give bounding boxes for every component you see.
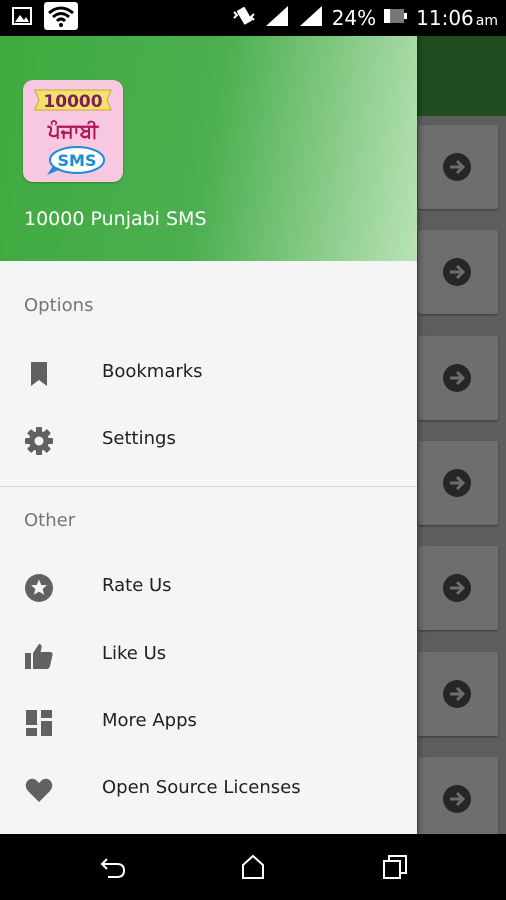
arrow-right-circle-icon: [443, 258, 471, 286]
app-logo: 10000 ਪੰਜਾਬੀ SMS: [23, 80, 123, 182]
clock-time: 11:06: [416, 6, 474, 30]
menu-item-label: Open Source Licenses: [102, 777, 301, 798]
system-nav-bar: [0, 834, 506, 900]
status-bar: 24% 11:06 am: [0, 0, 506, 36]
signal-icon: [264, 4, 290, 32]
menu-item-rate-us[interactable]: Rate Us: [0, 555, 417, 621]
arrow-right-circle-icon: [443, 680, 471, 708]
arrow-right-circle-icon: [443, 574, 471, 602]
battery-percent: 24%: [331, 6, 377, 30]
divider: [0, 486, 417, 487]
menu-item-settings[interactable]: Settings: [0, 408, 417, 474]
menu-item-label: Rate Us: [102, 575, 172, 596]
menu-item-label: Like Us: [102, 643, 167, 664]
arrow-right-circle-icon: [443, 469, 471, 497]
list-card[interactable]: [418, 230, 498, 314]
list-card[interactable]: [418, 125, 498, 209]
menu-item-label: Bookmarks: [102, 361, 203, 382]
signal-icon: [298, 4, 324, 32]
list-card[interactable]: [418, 652, 498, 736]
menu-item-bookmarks[interactable]: Bookmarks: [0, 341, 417, 407]
bookmark-icon: [31, 362, 47, 386]
dashboard-icon: [26, 710, 52, 736]
list-card[interactable]: [418, 757, 498, 834]
menu-item-open-source-licenses[interactable]: Open Source Licenses: [0, 757, 417, 823]
thumbs-up-icon: [25, 644, 53, 669]
list-card[interactable]: [418, 546, 498, 630]
arrow-right-circle-icon: [443, 785, 471, 813]
menu-item-label: More Apps: [102, 710, 197, 731]
logo-punjabi-text: ਪੰਜਾਬੀ: [47, 119, 99, 143]
battery-icon: [384, 8, 408, 28]
menu-item-more-apps[interactable]: More Apps: [0, 690, 417, 756]
back-icon[interactable]: [98, 852, 128, 882]
wifi-icon: [44, 2, 78, 34]
arrow-right-circle-icon: [443, 364, 471, 392]
star-circle-icon: [25, 574, 53, 602]
list-card[interactable]: [418, 441, 498, 525]
gear-icon: [25, 427, 53, 455]
menu-item-label: Settings: [102, 428, 176, 449]
arrow-right-circle-icon: [443, 153, 471, 181]
clock-suffix: am: [475, 13, 498, 29]
section-title-other: Other: [24, 510, 76, 531]
vibrate-icon: [232, 4, 256, 32]
drawer-header: 10000 ਪੰਜਾਬੀ SMS 10000 Punjabi SMS: [0, 36, 417, 261]
home-icon[interactable]: [238, 852, 268, 882]
recent-apps-icon[interactable]: [380, 852, 410, 882]
image-icon: [12, 6, 32, 30]
navigation-drawer: 10000 ਪੰਜਾਬੀ SMS 10000 Punjabi SMS Optio…: [0, 36, 417, 834]
heart-icon: [25, 778, 53, 802]
app-name: 10000 Punjabi SMS: [24, 208, 207, 230]
list-card[interactable]: [418, 336, 498, 420]
clock: 11:06 am: [416, 6, 498, 30]
section-title-options: Options: [24, 295, 94, 316]
logo-number-text: 10000: [43, 92, 102, 112]
menu-item-like-us[interactable]: Like Us: [0, 623, 417, 689]
logo-sms-text: SMS: [58, 151, 97, 170]
